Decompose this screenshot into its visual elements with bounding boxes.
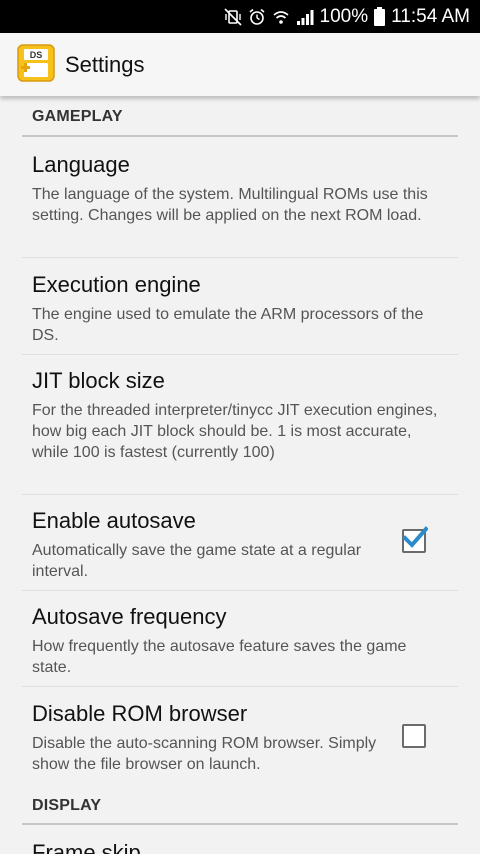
- pref-summary: The engine used to emulate the ARM proce…: [32, 306, 424, 344]
- pref-title: JIT block size: [32, 368, 165, 393]
- pref-title: Autosave frequency: [32, 604, 227, 629]
- section-header-display: DISPLAY: [32, 797, 102, 814]
- mute-vibrate-icon: [223, 7, 242, 26]
- enable-autosave-checkbox[interactable]: [402, 526, 428, 553]
- pref-execution-engine[interactable]: Execution engine The engine used to emul…: [32, 272, 442, 346]
- pref-frame-skip[interactable]: Frame skip: [32, 840, 442, 854]
- pref-summary: Disable the auto-scanning ROM browser. S…: [32, 735, 377, 773]
- pref-title: Frame skip: [32, 840, 141, 854]
- pref-title: Language: [32, 152, 130, 177]
- divider: [22, 590, 458, 591]
- divider: [22, 257, 458, 258]
- checkmark-icon: [402, 526, 428, 548]
- section-header-gameplay: GAMEPLAY: [32, 108, 123, 125]
- pref-summary: How frequently the autosave feature save…: [32, 638, 407, 676]
- divider: [22, 354, 458, 355]
- status-icons: 100% 11:54 AM: [223, 0, 470, 33]
- divider: [22, 494, 458, 495]
- pref-title: Execution engine: [32, 272, 201, 297]
- pref-summary: Automatically save the game state at a r…: [32, 542, 362, 580]
- pref-summary: For the threaded interpreter/tinycc JIT …: [32, 402, 438, 461]
- app-logo-text: DS: [30, 50, 43, 60]
- divider: [22, 686, 458, 687]
- status-bar: 100% 11:54 AM: [0, 0, 480, 33]
- app-bar: DS Settings: [0, 33, 480, 96]
- pref-title: Disable ROM browser: [32, 701, 248, 726]
- battery-percent: 100%: [319, 5, 369, 27]
- pref-title: Enable autosave: [32, 508, 196, 533]
- pref-language[interactable]: Language The language of the system. Mul…: [32, 152, 442, 226]
- alarm-icon: [249, 8, 265, 25]
- pref-autosave-frequency[interactable]: Autosave frequency How frequently the au…: [32, 604, 442, 678]
- wifi-icon: [272, 10, 289, 24]
- battery-icon: [374, 7, 386, 26]
- pref-enable-autosave[interactable]: Enable autosave Automatically save the g…: [32, 508, 382, 582]
- section-divider: [22, 823, 458, 825]
- signal-icon: [296, 9, 314, 25]
- clock: 11:54 AM: [391, 5, 470, 27]
- page-title: Settings: [65, 52, 145, 77]
- pref-disable-rom-browser[interactable]: Disable ROM browser Disable the auto-sca…: [32, 701, 387, 775]
- pref-jit-block-size[interactable]: JIT block size For the threaded interpre…: [32, 368, 442, 463]
- pref-summary: The language of the system. Multilingual…: [32, 186, 428, 224]
- section-divider: [22, 135, 458, 137]
- settings-list[interactable]: GAMEPLAY Language The language of the sy…: [0, 96, 480, 854]
- disable-rom-browser-checkbox[interactable]: [402, 724, 426, 748]
- app-logo-icon[interactable]: DS: [17, 44, 55, 82]
